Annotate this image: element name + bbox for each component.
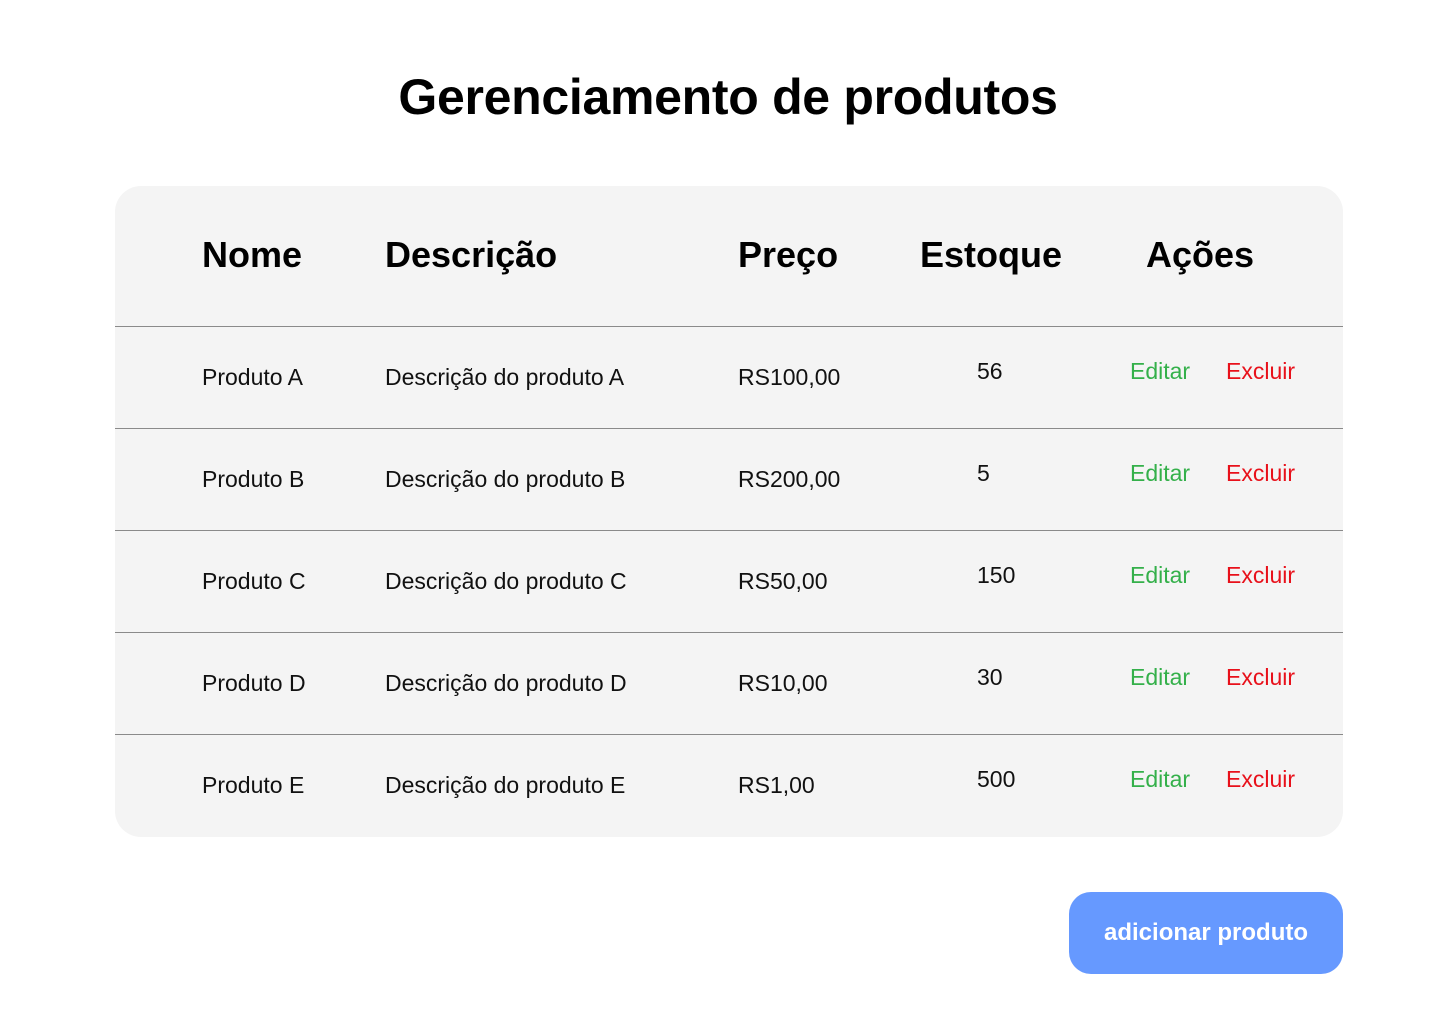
cell-descricao: Descrição do produto A bbox=[385, 364, 625, 390]
column-header-preco: Preço bbox=[738, 234, 839, 275]
delete-button[interactable]: Excluir bbox=[1226, 664, 1295, 691]
cell-descricao: Descrição do produto D bbox=[385, 670, 627, 696]
table-body: Produto A Descrição do produto A RS100,0… bbox=[115, 327, 1343, 837]
table-row: Produto B Descrição do produto B RS200,0… bbox=[115, 429, 1343, 531]
cell-preco: RS100,00 bbox=[738, 364, 841, 390]
edit-button[interactable]: Editar bbox=[1130, 562, 1190, 589]
cell-descricao: Descrição do produto C bbox=[385, 568, 627, 594]
delete-button[interactable]: Excluir bbox=[1226, 766, 1295, 793]
cell-nome: Produto E bbox=[202, 772, 305, 798]
column-header-estoque: Estoque bbox=[920, 234, 1063, 275]
edit-button[interactable]: Editar bbox=[1130, 358, 1190, 385]
add-product-button[interactable]: adicionar produto bbox=[1069, 892, 1343, 974]
edit-button[interactable]: Editar bbox=[1130, 460, 1190, 487]
table-row: Produto C Descrição do produto C RS50,00… bbox=[115, 531, 1343, 633]
delete-button[interactable]: Excluir bbox=[1226, 562, 1295, 589]
cell-nome: Produto D bbox=[202, 670, 306, 696]
products-table: Nome Descrição Preço Estoque Ações Produ… bbox=[115, 186, 1343, 837]
cell-descricao: Descrição do produto B bbox=[385, 466, 626, 492]
edit-button[interactable]: Editar bbox=[1130, 766, 1190, 793]
delete-button[interactable]: Excluir bbox=[1226, 460, 1295, 487]
cell-estoque: 500 bbox=[977, 766, 1016, 792]
table-row: Produto D Descrição do produto D RS10,00… bbox=[115, 633, 1343, 735]
delete-button[interactable]: Excluir bbox=[1226, 358, 1295, 385]
product-management-page: Gerenciamento de produtos Nome Descrição… bbox=[0, 0, 1440, 1024]
cell-estoque: 30 bbox=[977, 664, 1003, 690]
cell-nome: Produto B bbox=[202, 466, 305, 492]
cell-estoque: 5 bbox=[977, 460, 990, 486]
cell-nome: Produto C bbox=[202, 568, 306, 594]
page-title: Gerenciamento de produtos bbox=[398, 69, 1058, 125]
table-row: Produto A Descrição do produto A RS100,0… bbox=[115, 327, 1343, 429]
cell-preco: RS10,00 bbox=[738, 670, 828, 696]
cell-preco: RS200,00 bbox=[738, 466, 841, 492]
table-row: Produto E Descrição do produto E RS1,00 … bbox=[115, 735, 1343, 837]
column-header-descricao: Descrição bbox=[385, 234, 558, 275]
column-header-acoes: Ações bbox=[1146, 234, 1255, 275]
cell-descricao: Descrição do produto E bbox=[385, 772, 626, 798]
table-header-row: Nome Descrição Preço Estoque Ações bbox=[115, 186, 1343, 327]
cell-estoque: 56 bbox=[977, 358, 1003, 384]
cell-estoque: 150 bbox=[977, 562, 1016, 588]
edit-button[interactable]: Editar bbox=[1130, 664, 1190, 691]
cell-preco: RS50,00 bbox=[738, 568, 828, 594]
column-header-nome: Nome bbox=[202, 234, 303, 275]
cell-nome: Produto A bbox=[202, 364, 304, 390]
cell-preco: RS1,00 bbox=[738, 772, 815, 798]
